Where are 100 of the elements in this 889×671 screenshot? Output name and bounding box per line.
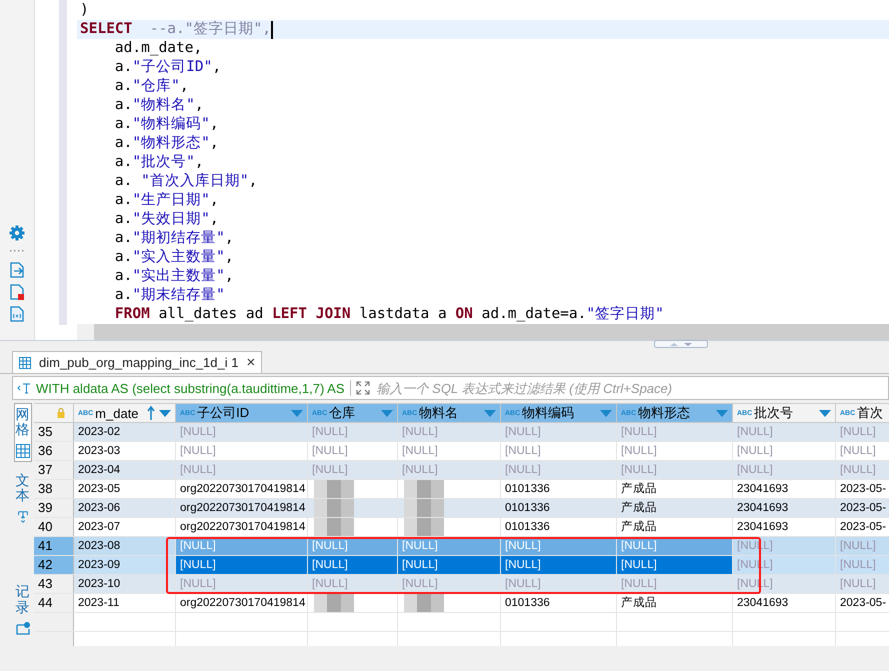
- dropdown-icon[interactable]: [716, 410, 728, 416]
- table-cell: 0101336: [501, 480, 617, 498]
- settings-icon[interactable]: [9, 225, 25, 241]
- table-cell: [NULL]: [398, 423, 501, 441]
- splitter-handle[interactable]: [654, 340, 708, 348]
- more-icon[interactable]: [9, 249, 25, 252]
- document-arrow-icon[interactable]: [10, 262, 24, 278]
- code-line: a."物料名",: [114, 96, 204, 115]
- row-number[interactable]: 41: [34, 537, 74, 555]
- table-cell: [NULL]: [176, 461, 308, 479]
- column-name: 仓库: [329, 404, 356, 422]
- code-line: FROM all_dates ad LEFT JOIN lastdata a ON ad.m_date=a."签字日期": [114, 305, 664, 324]
- filter-field[interactable]: 输入一个 SQL 表达式来过滤结果 (使用 Ctrl+Space): [374, 380, 888, 396]
- table-cell: [NULL]: [501, 556, 617, 574]
- table-cell: 23041693: [733, 518, 836, 536]
- dropdown-icon[interactable]: [600, 410, 612, 416]
- view-tab[interactable]: 记录: [14, 581, 30, 638]
- dropdown-icon[interactable]: [484, 410, 496, 416]
- table-cell: 产成品: [617, 518, 733, 536]
- table-cell: org20220730170419814: [176, 594, 308, 612]
- close-icon[interactable]: ×: [246, 354, 256, 371]
- table-cell: [NULL]: [308, 575, 398, 593]
- code-text-icon: [17, 382, 31, 394]
- column-name: 首次: [857, 404, 884, 422]
- row-number[interactable]: 44: [34, 594, 74, 612]
- table-cell: 2023-04: [74, 461, 176, 479]
- table-cell: [NULL]: [501, 423, 617, 441]
- result-tab[interactable]: dim_pub_org_mapping_inc_1d_i 1 ×: [12, 351, 262, 373]
- code-line: a."期初结存量",: [114, 229, 234, 248]
- table-cell: 2023-09: [74, 556, 176, 574]
- table-cell: [NULL]: [308, 423, 398, 441]
- table-cell: [NULL]: [836, 556, 889, 574]
- code-line: ): [80, 1, 89, 20]
- dropdown-icon[interactable]: [381, 410, 393, 416]
- view-tab[interactable]: 文本: [14, 470, 30, 527]
- code-line: a."实入主数量",: [114, 248, 234, 267]
- table-cell: [NULL]: [501, 575, 617, 593]
- table-cell: 23041693: [733, 480, 836, 498]
- code-line: ad.m_date,: [114, 39, 202, 58]
- dropdown-icon[interactable]: [291, 410, 303, 416]
- row-number[interactable]: 37: [34, 461, 74, 479]
- horizontal-scrollbar[interactable]: [77, 324, 889, 340]
- table-cell: [NULL]: [176, 556, 308, 574]
- table-cell: [NULL]: [836, 423, 889, 441]
- table-cell: 2023-05-: [836, 480, 889, 498]
- document-variable-icon[interactable]: [10, 306, 24, 322]
- code-line: a."批次号",: [114, 153, 204, 172]
- filter-bar[interactable]: WITH aldata AS (select substring(a.taudittime,1,7) AS 输入一个 SQL 表达式来过滤结果 (使用 Ctrl+Space): [12, 376, 889, 400]
- row-number[interactable]: 42: [34, 556, 74, 574]
- code-line: a."生产日期",: [114, 191, 219, 210]
- table-cell: [NULL]: [733, 442, 836, 460]
- table-cell: [NULL]: [398, 556, 501, 574]
- row-number[interactable]: 35: [34, 423, 74, 441]
- table-cell: [NULL]: [733, 461, 836, 479]
- query-text: WITH aldata AS (select substring(a.taudittime,1,7) AS: [36, 380, 345, 396]
- row-number[interactable]: 39: [34, 499, 74, 517]
- table-cell: [NULL]: [501, 442, 617, 460]
- text-cursor: [270, 20, 273, 38]
- code-line: a."物料形态",: [114, 134, 219, 153]
- table-cell: [NULL]: [733, 423, 836, 441]
- table-cell: 0101336: [501, 518, 617, 536]
- dropdown-icon[interactable]: [159, 410, 171, 416]
- expand-icon[interactable]: [356, 381, 370, 395]
- table-cell: org20220730170419814: [176, 518, 308, 536]
- column-name: m_date: [95, 406, 139, 420]
- table-cell: [NULL]: [617, 423, 733, 441]
- table-cell: 2023-11: [74, 594, 176, 612]
- sort-arrow-icon[interactable]: [147, 405, 155, 421]
- dropdown-icon[interactable]: [819, 410, 831, 416]
- row-number[interactable]: 43: [34, 575, 74, 593]
- table-cell: [NULL]: [398, 461, 501, 479]
- grid-icon: [16, 444, 30, 458]
- document-error-icon[interactable]: [10, 284, 24, 300]
- table-cell: 2023-03: [74, 442, 176, 460]
- column-name: 物料形态: [638, 404, 690, 422]
- table-cell: [NULL]: [836, 442, 889, 460]
- table-cell: [NULL]: [308, 442, 398, 460]
- table-cell: 2023-05-: [836, 518, 889, 536]
- table-cell: 2023-02: [74, 423, 176, 441]
- row-number[interactable]: 36: [34, 442, 74, 460]
- table-cell: 2023-05-: [836, 594, 889, 612]
- table-cell: [NULL]: [501, 461, 617, 479]
- table-cell: org20220730170419814: [176, 499, 308, 517]
- code-line: SELECT --a."签字日期",: [80, 20, 271, 39]
- table-cell: 产成品: [617, 594, 733, 612]
- table-cell: [NULL]: [308, 556, 398, 574]
- row-number[interactable]: 38: [34, 480, 74, 498]
- row-number[interactable]: 40: [34, 518, 74, 536]
- code-line: a. "首次入库日期",: [114, 172, 258, 191]
- column-name: 子公司ID: [197, 404, 250, 422]
- view-tab[interactable]: 网格: [14, 403, 32, 462]
- table-cell: [NULL]: [836, 575, 889, 593]
- code-line: a."仓库",: [114, 77, 189, 96]
- column-name: 批次号: [754, 404, 794, 422]
- table-cell: 0101336: [501, 499, 617, 517]
- code-line: a."实出主数量",: [114, 267, 234, 286]
- table-cell: [NULL]: [176, 575, 308, 593]
- code-line: a."失效日期",: [114, 210, 219, 229]
- code-line: a."子公司ID",: [114, 58, 222, 77]
- table-cell: 2023-06: [74, 499, 176, 517]
